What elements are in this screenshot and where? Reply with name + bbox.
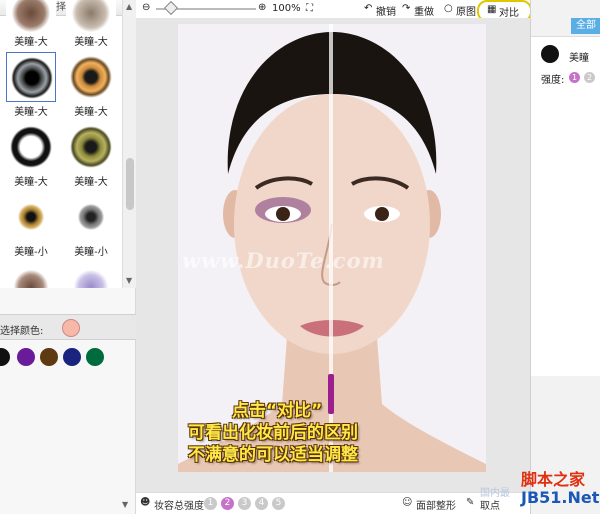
shape-item[interactable]: 美瞳-小 [2,190,60,260]
shape-label: 美瞳-小 [74,247,108,258]
site-logo-text: 脚本之家 [521,470,586,489]
photo-canvas[interactable]: www.DuoTe.com 点击“对比” 可看出化妆前后的区别 不满意的可以适当… [136,18,530,502]
watermark: www.DuoTe.com [182,248,385,273]
shape-item[interactable] [62,260,120,288]
shape-item[interactable]: 美瞳-大 [62,120,120,190]
shape-label: 美瞳-大 [14,37,48,48]
strength-level-2[interactable]: 2 [221,497,234,510]
shape-thumb [6,0,56,32]
shape-thumb [66,262,116,288]
undo-button[interactable]: 撤销 [376,3,396,18]
shape-label: 美瞳-大 [74,107,108,118]
shape-item-selected[interactable]: 美瞳-大 [2,50,60,120]
shape-label: 美瞳-大 [74,37,108,48]
color-swatch-navy[interactable] [63,348,81,366]
shape-label: 美瞳-小 [14,247,48,258]
undo-icon[interactable]: ↶ [364,3,372,14]
shape-label: 美瞳-大 [14,177,48,188]
item-strength-1[interactable]: 1 [569,72,580,83]
left-panel: 请选择形状 美瞳-大 美瞳-大 美瞳-大 美瞳-大 美瞳-大 美瞳-大 美瞳-小… [0,0,136,514]
caption-line-3: 不满意的可以适当调整 [188,445,358,465]
pick-color-icon: ✎ [466,497,475,508]
bottom-bar: ☻ 妆容总强度 1 2 3 4 5 ☺ 面部整形 ✎ 取点 [136,492,530,514]
fit-screen-icon[interactable]: ⛶ [306,3,313,14]
face-shape-icon: ☺ [402,497,413,508]
shape-thumb [6,122,56,172]
strength-label: 强度: [541,75,565,86]
shape-item[interactable]: 美瞳-大 [62,0,120,50]
compare-label: 对比 [499,8,519,19]
color-swatch-green[interactable] [86,348,104,366]
site-logo-url: JB51.Net [521,488,600,507]
shape-thumb [6,52,56,102]
strength-level-3[interactable]: 3 [238,497,251,510]
pick-color-button[interactable]: 取点 [480,497,500,512]
meitong-color-dot[interactable] [541,45,559,63]
strength-level-4[interactable]: 4 [255,497,268,510]
right-panel: 全部 美瞳 强度: 1 2 [530,0,600,514]
face-shape-button[interactable]: 面部整形 [416,497,456,512]
shape-label: 美瞳-大 [14,107,48,118]
zoom-in-icon[interactable]: ⊕ [258,2,266,13]
photo[interactable]: www.DuoTe.com [178,24,486,472]
shape-thumb [66,122,116,172]
ghost-text: 国内最 [480,488,510,499]
applied-effects-box: 美瞳 强度: 1 2 [531,36,600,376]
scroll-up-icon[interactable]: ▲ [126,2,132,11]
color-select-bar: 选择颜色: [0,314,136,340]
makeup-strength-label: 妆容总强度 [154,501,204,512]
shape-scrollbar[interactable]: ▲ ▼ [122,0,136,288]
zoom-slider-knob[interactable] [163,0,179,16]
shape-thumb [66,0,116,32]
item-strength-2[interactable]: 2 [584,72,595,83]
redo-icon[interactable]: ↷ [402,3,410,14]
shape-grid: 请选择形状 美瞳-大 美瞳-大 美瞳-大 美瞳-大 美瞳-大 美瞳-大 美瞳-小… [0,0,122,288]
shape-item[interactable]: 美瞳-大 [2,120,60,190]
redo-button[interactable]: 重做 [414,3,434,18]
scroll-down-icon[interactable]: ▼ [126,276,132,285]
shape-item[interactable]: 美瞳-大 [62,50,120,120]
color-label: 选择颜色: [0,326,44,337]
color-swatch-black[interactable] [0,348,10,366]
shape-thumb [6,262,56,288]
tab-all[interactable]: 全部 [571,18,600,34]
compare-divider-handle[interactable] [328,374,334,414]
color-swatch-brown[interactable] [40,348,58,366]
shape-thumb [66,192,116,242]
shape-label: 美瞳-大 [74,177,108,188]
compare-icon: ▦ [487,4,497,15]
strength-level-1[interactable]: 1 [204,497,217,510]
shape-item[interactable] [2,260,60,288]
original-button[interactable]: 原图 [456,3,476,18]
shape-item[interactable]: 美瞳-小 [62,190,120,260]
color-swatch-purple[interactable] [17,348,35,366]
zoom-level: 100% [272,3,301,14]
original-icon[interactable]: ○ [444,3,453,14]
strength-level-5[interactable]: 5 [272,497,285,510]
current-color-swatch[interactable] [62,319,80,337]
makeup-strength-icon: ☻ [140,497,151,508]
shape-thumb [66,52,116,102]
scroll-thumb[interactable] [126,158,134,210]
scroll-down-icon[interactable]: ▼ [122,500,128,509]
toolbar: ⊖ ⊕ 100% ⛶ ↶ 撤销 ↷ 重做 ○ 原图 ▦ 对比 [136,0,532,22]
shape-item[interactable]: 美瞳-大 [2,0,60,50]
shape-thumb [6,192,56,242]
meitong-item-label: 美瞳 [569,53,589,64]
zoom-out-icon[interactable]: ⊖ [142,2,150,13]
